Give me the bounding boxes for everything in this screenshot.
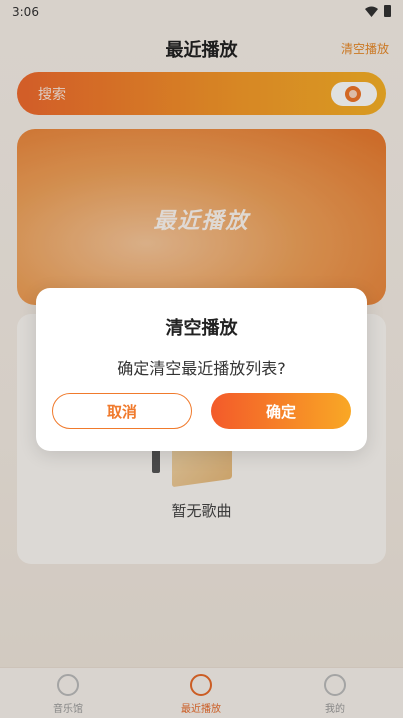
cancel-button[interactable]: 取消 (52, 393, 192, 429)
dialog-message: 确定清空最近播放列表? (117, 359, 286, 378)
confirm-button[interactable]: 确定 (211, 393, 351, 429)
clear-confirm-dialog: 清空播放 确定清空最近播放列表? 取消 确定 (36, 288, 367, 451)
dialog-title: 清空播放 (165, 318, 238, 339)
